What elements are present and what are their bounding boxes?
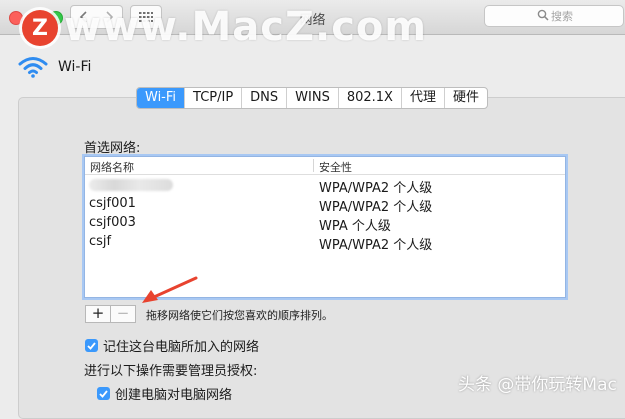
column-separator	[313, 159, 314, 172]
preferred-networks-label: 首选网络:	[84, 141, 141, 156]
interface-title: Wi-Fi	[58, 59, 92, 75]
tab-hardware[interactable]: 硬件	[445, 88, 487, 108]
create-computer-network-label: 创建电脑对电脑网络	[115, 388, 233, 403]
column-header-network-name[interactable]: 网络名称	[90, 159, 134, 175]
watermark-site: www.MacZ.com	[64, 4, 428, 50]
network-name: csjf	[89, 234, 112, 249]
checkmark-icon	[87, 341, 96, 350]
remove-network-button[interactable]: −	[111, 306, 135, 322]
create-computer-network-checkbox[interactable]	[97, 387, 110, 400]
wifi-icon	[18, 57, 48, 78]
table-header: 网络名称 安全性	[85, 157, 565, 175]
add-remove-buttons: + −	[85, 305, 136, 323]
tab-proxy[interactable]: 代理	[402, 88, 445, 108]
tab-bar: Wi-Fi TCP/IP DNS WINS 802.1X 代理 硬件	[136, 87, 488, 109]
admin-auth-label: 进行以下操作需要管理员授权:	[84, 364, 258, 379]
table-row[interactable]: WPA/WPA2 个人级	[85, 175, 565, 196]
remember-networks-checkbox[interactable]	[85, 339, 98, 352]
table-row[interactable]: csjf WPA/WPA2 个人级	[85, 232, 565, 253]
tab-dns[interactable]: DNS	[242, 88, 288, 108]
table-row[interactable]: csjf001 WPA/WPA2 个人级	[85, 194, 565, 215]
watermark-logo: Z	[22, 10, 58, 46]
watermark-credit: 头条 @带你玩转Mac	[458, 375, 617, 395]
network-name: csjf001	[89, 196, 136, 211]
add-network-button[interactable]: +	[86, 306, 111, 322]
tab-8021x[interactable]: 802.1X	[339, 88, 402, 108]
network-name: csjf003	[89, 215, 136, 230]
remember-networks-label: 记住这台电脑所加入的网络	[103, 340, 260, 355]
reorder-hint: 拖移网络使它们按您喜欢的顺序排列。	[146, 309, 333, 322]
annotation-arrow-icon	[142, 276, 198, 303]
search-icon	[537, 9, 549, 21]
network-security: WPA/WPA2 个人级	[319, 238, 433, 253]
tab-tcpip[interactable]: TCP/IP	[185, 88, 243, 108]
table-row[interactable]: csjf003 WPA 个人级	[85, 213, 565, 234]
search-field[interactable]	[484, 5, 624, 27]
checkmark-icon	[99, 389, 108, 398]
search-input[interactable]	[551, 8, 619, 24]
tab-wifi[interactable]: Wi-Fi	[137, 88, 186, 108]
obscured-network-name	[89, 179, 173, 191]
column-header-security[interactable]: 安全性	[319, 159, 352, 175]
tab-wins[interactable]: WINS	[287, 88, 339, 108]
remember-networks-option[interactable]: 记住这台电脑所加入的网络	[85, 336, 259, 355]
create-computer-network-option[interactable]: 创建电脑对电脑网络	[97, 384, 232, 403]
